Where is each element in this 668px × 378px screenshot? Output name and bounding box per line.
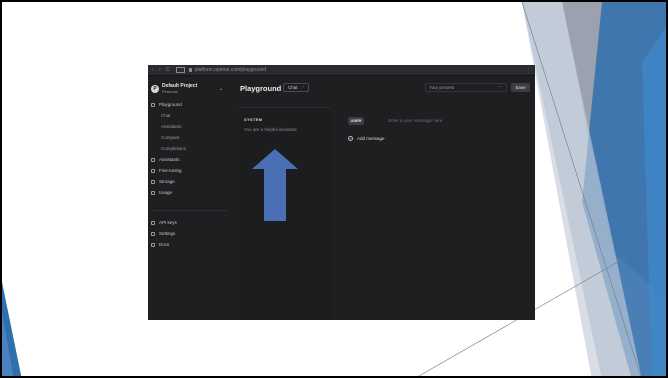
system-label: SYSTEM: [244, 117, 263, 122]
sidebar-item-label: Docs: [159, 242, 170, 247]
add-message-button[interactable]: + Add message: [348, 136, 385, 141]
playground-screenshot: ‹ › C platform.openai.com/playground ⋮ P…: [148, 65, 535, 320]
sidebar-item-settings[interactable]: Settings: [151, 231, 175, 236]
assistants-icon: [151, 157, 155, 162]
mode-select[interactable]: Chat ⌃: [283, 83, 309, 92]
storage-icon: [151, 179, 155, 184]
sidebar: P Default Project Personal ⌄ Playground …: [148, 76, 230, 320]
sidebar-item-label: Usage: [159, 190, 173, 195]
mode-select-value: Chat: [288, 85, 298, 90]
presets-select[interactable]: Your presets ⌃: [425, 83, 507, 92]
save-button[interactable]: Save: [511, 83, 530, 92]
chevron-updown-icon: ⌃: [498, 85, 502, 90]
plus-circle-icon: +: [348, 136, 353, 141]
fine-tuning-icon: [151, 168, 155, 173]
user-role-button[interactable]: USER: [348, 117, 364, 125]
sidebar-item-usage[interactable]: Usage: [151, 190, 172, 195]
gear-icon: [151, 231, 155, 236]
sidebar-item-label: API keys: [159, 220, 177, 225]
sidebar-item-label: Playground: [159, 102, 182, 107]
url-bar[interactable]: platform.openai.com/playground: [195, 67, 266, 73]
presentation-slide: ‹ › C platform.openai.com/playground ⋮ P…: [0, 0, 668, 378]
sidebar-item-assistants[interactable]: Assistants: [151, 157, 180, 162]
add-message-label: Add message: [357, 136, 385, 141]
chevron-updown-icon: ⌃: [301, 85, 305, 90]
chevron-down-icon[interactable]: ⌄: [219, 86, 223, 92]
sidebar-divider: [151, 210, 227, 211]
docs-icon: [151, 242, 155, 247]
sidebar-item-playground[interactable]: Playground: [151, 102, 182, 107]
arrow-shape: [252, 149, 298, 221]
sidebar-item-completions[interactable]: Completions: [161, 146, 186, 151]
presets-placeholder: Your presets: [429, 85, 455, 90]
sidebar-item-chat[interactable]: Chat: [161, 113, 171, 118]
user-message-input[interactable]: Enter a user message here.: [388, 118, 444, 123]
extensions-icon[interactable]: ⋮: [526, 68, 531, 74]
avatar: P: [151, 84, 159, 93]
sidebar-item-storage[interactable]: Storage: [151, 179, 175, 184]
sidebar-item-assistants-sub[interactable]: Assistants: [161, 124, 182, 129]
project-selector[interactable]: P Default Project Personal: [151, 83, 197, 94]
page-title: Playground: [240, 84, 282, 93]
sidebar-item-label: Storage: [159, 179, 175, 184]
sidebar-item-fine-tuning[interactable]: Fine-tuning: [151, 168, 182, 173]
usage-icon: [151, 190, 155, 195]
project-subtitle: Personal: [162, 89, 178, 94]
tab-icon[interactable]: [175, 67, 185, 73]
key-icon: [151, 220, 155, 225]
sidebar-item-label: Settings: [159, 231, 176, 236]
sidebar-item-api-keys[interactable]: API keys: [151, 220, 177, 225]
system-prompt-input[interactable]: You are a helpful assistant.: [244, 127, 298, 132]
playground-icon: [151, 102, 155, 107]
browser-nav-icons[interactable]: ‹ › C: [152, 67, 172, 73]
up-arrow-annotation: [252, 149, 298, 221]
lock-icon: [188, 68, 192, 72]
sidebar-item-label: Assistants: [159, 157, 180, 162]
sidebar-item-label: Fine-tuning: [159, 168, 182, 173]
sidebar-item-docs[interactable]: Docs: [151, 242, 169, 247]
browser-bar: ‹ › C platform.openai.com/playground ⋮: [148, 65, 535, 76]
sidebar-item-compare[interactable]: Compare: [161, 135, 180, 140]
